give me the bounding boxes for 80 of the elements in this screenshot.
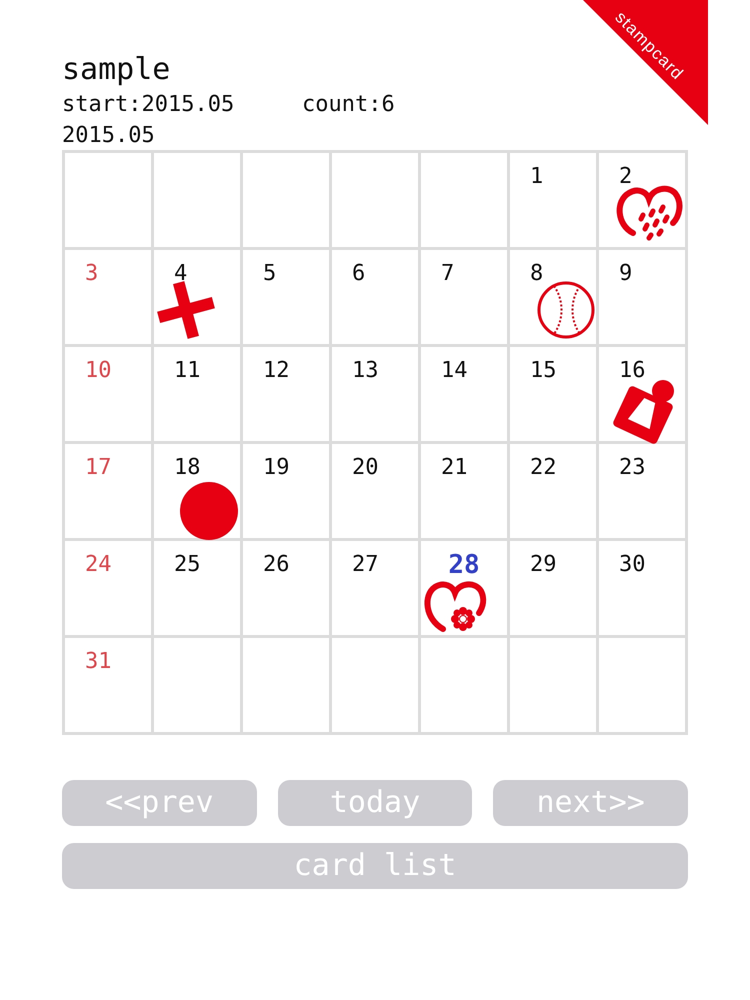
- calendar-cell[interactable]: 30: [599, 541, 685, 635]
- calendar-cell[interactable]: [332, 153, 418, 247]
- day-number: 25: [174, 551, 200, 579]
- cross-icon: [156, 280, 216, 340]
- calendar-cell[interactable]: [154, 153, 240, 247]
- day-number: 2: [619, 163, 632, 191]
- calendar-cell[interactable]: 23: [599, 444, 685, 538]
- calendar-cell[interactable]: 3: [65, 250, 151, 344]
- dot-icon: [180, 482, 238, 540]
- day-number: 10: [85, 357, 112, 385]
- day-number: 20: [352, 454, 378, 482]
- day-number: 17: [85, 454, 112, 482]
- calendar-cell[interactable]: 10: [65, 347, 151, 441]
- calendar-cell[interactable]: 20: [332, 444, 418, 538]
- day-number: 23: [619, 454, 646, 482]
- card-title: sample: [62, 52, 170, 88]
- calendar-cell[interactable]: 14: [421, 347, 507, 441]
- day-number: 1: [530, 163, 544, 191]
- calendar-cell[interactable]: 8: [510, 250, 596, 344]
- calendar-cell[interactable]: 2: [599, 153, 685, 247]
- baseball-icon: [536, 280, 596, 340]
- calendar-cell[interactable]: 21: [421, 444, 507, 538]
- calendar-cell[interactable]: [421, 638, 507, 732]
- day-number: 21: [441, 454, 468, 482]
- day-number: 5: [263, 260, 276, 288]
- calendar-cell[interactable]: [332, 638, 418, 732]
- calendar-cell[interactable]: 31: [65, 638, 151, 732]
- day-number: 16: [619, 357, 646, 385]
- day-number: 28: [447, 551, 481, 579]
- calendar-cell[interactable]: 26: [243, 541, 329, 635]
- day-number: 11: [174, 357, 200, 385]
- calendar-cell[interactable]: 24: [65, 541, 151, 635]
- calendar-cell[interactable]: 17: [65, 444, 151, 538]
- day-number: 4: [174, 260, 188, 288]
- day-number: 13: [352, 357, 378, 385]
- calendar-cell[interactable]: 15: [510, 347, 596, 441]
- calendar-cell[interactable]: [65, 153, 151, 247]
- day-number: 15: [530, 357, 556, 385]
- day-number: 27: [352, 551, 378, 579]
- day-number: 31: [85, 648, 112, 676]
- calendar-cell[interactable]: 25: [154, 541, 240, 635]
- day-number: 8: [530, 260, 544, 288]
- day-number: 22: [530, 454, 556, 482]
- calendar-cell[interactable]: 6: [332, 250, 418, 344]
- calendar-cell[interactable]: [243, 638, 329, 732]
- calendar-cell[interactable]: 13: [332, 347, 418, 441]
- day-number: 9: [619, 260, 632, 288]
- day-number: 18: [174, 454, 200, 482]
- day-number: 12: [263, 357, 290, 385]
- start-date: start:2015.05: [62, 91, 236, 119]
- calendar-cell[interactable]: [599, 638, 685, 732]
- day-number: 26: [263, 551, 290, 579]
- calendar-cell[interactable]: 9: [599, 250, 685, 344]
- calendar-cell[interactable]: 11: [154, 347, 240, 441]
- day-number: 3: [85, 260, 98, 288]
- day-number: 29: [530, 551, 556, 579]
- calendar-cell[interactable]: 5: [243, 250, 329, 344]
- calendar-cell[interactable]: 19: [243, 444, 329, 538]
- month-label: 2015.05: [62, 122, 155, 150]
- day-number: 7: [441, 260, 454, 288]
- calendar-cell[interactable]: 22: [510, 444, 596, 538]
- calendar-cell[interactable]: 29: [510, 541, 596, 635]
- calendar-cell[interactable]: 12: [243, 347, 329, 441]
- calendar-cell[interactable]: [421, 153, 507, 247]
- day-number: 30: [619, 551, 646, 579]
- calendar-cell[interactable]: [154, 638, 240, 732]
- calendar-cell[interactable]: 27: [332, 541, 418, 635]
- day-number: 6: [352, 260, 366, 288]
- calendar-cell[interactable]: 16: [599, 347, 685, 441]
- calendar-cell[interactable]: 18: [154, 444, 240, 538]
- day-number: 19: [263, 454, 290, 482]
- calendar-cell[interactable]: 7: [421, 250, 507, 344]
- calendar-cell[interactable]: [243, 153, 329, 247]
- stamp-count: count:6: [302, 91, 395, 119]
- day-number: 24: [85, 551, 112, 579]
- calendar-cell[interactable]: 1: [510, 153, 596, 247]
- calendar-cell[interactable]: [510, 638, 596, 732]
- calendar-cell[interactable]: 4: [154, 250, 240, 344]
- day-number: 14: [441, 357, 468, 385]
- calendar-cell[interactable]: 28: [421, 541, 507, 635]
